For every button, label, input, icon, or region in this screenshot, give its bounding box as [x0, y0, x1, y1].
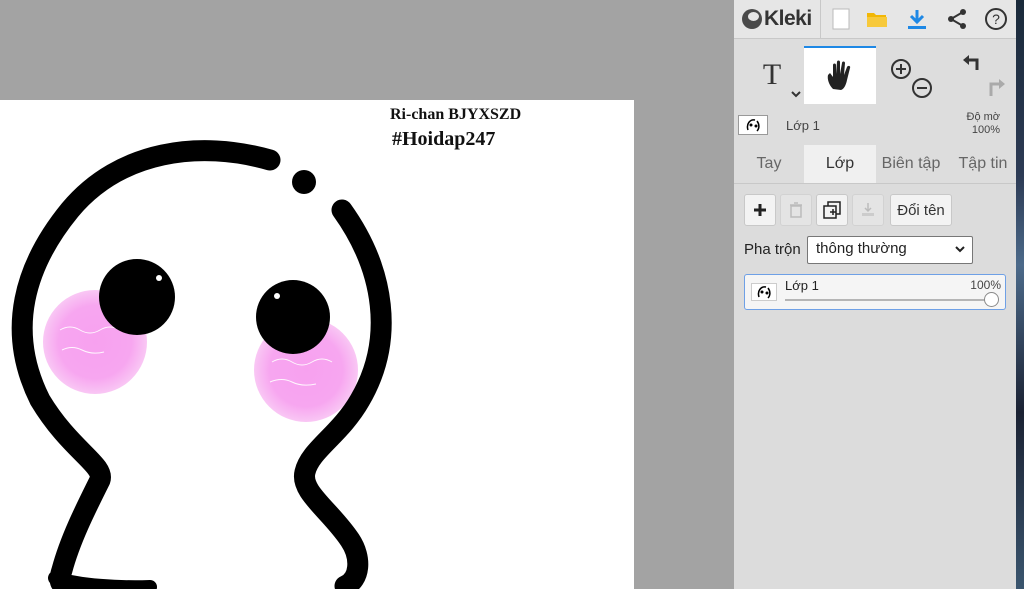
- layer-thumbnail-icon: [746, 119, 760, 132]
- top-toolbar: Kleki ?: [734, 0, 1016, 39]
- layer-item-name: Lớp 1: [785, 278, 819, 293]
- zoom-out-icon[interactable]: [912, 78, 932, 98]
- tool-row: T: [734, 46, 1016, 104]
- layers-pane: Đổi tên Pha trộn thông thường Lớp 1 100%: [734, 184, 1016, 589]
- drawing-canvas[interactable]: [0, 100, 634, 589]
- tab-brush[interactable]: Tay: [734, 145, 804, 183]
- caption-author: Ri-chan BJYXSZD: [390, 106, 522, 123]
- right-eye: [256, 280, 330, 354]
- current-layer-info: Lớp 1 Độ mờ 100%: [734, 107, 1016, 143]
- layer-list-item[interactable]: Lớp 1 100%: [744, 274, 1006, 310]
- opacity-slider-handle[interactable]: [984, 292, 999, 307]
- divider: [820, 0, 821, 38]
- save-button[interactable]: [902, 4, 932, 34]
- current-layer-name: Lớp 1: [786, 118, 820, 133]
- share-icon: [948, 9, 966, 29]
- blend-mode-label: Pha trộn: [744, 241, 801, 258]
- layer-thumbnail: [738, 115, 768, 135]
- chevron-down-icon: [955, 246, 965, 253]
- new-file-icon: [832, 8, 850, 30]
- redo-icon[interactable]: [989, 79, 1005, 96]
- folder-icon: [867, 13, 887, 27]
- text-tool-button[interactable]: T: [740, 46, 804, 104]
- layer-item-thumbnail: [751, 283, 777, 301]
- opacity-value: 100%: [971, 124, 1000, 136]
- tab-file[interactable]: Tập tin: [950, 145, 1016, 183]
- svg-text:?: ?: [992, 11, 1000, 27]
- layer-item-opacity: 100%: [970, 278, 1001, 292]
- rename-layer-button[interactable]: Đổi tên: [890, 194, 952, 226]
- zoom-controls: [880, 46, 944, 104]
- kleki-logo-icon: [742, 9, 762, 29]
- merge-down-icon: [862, 203, 874, 216]
- zoom-in-icon[interactable]: [891, 59, 911, 79]
- app-name: Kleki: [764, 7, 812, 30]
- left-eye: [99, 259, 175, 335]
- text-tool-icon: T: [762, 58, 782, 91]
- trash-icon: [790, 202, 802, 218]
- tab-layers[interactable]: Lớp: [804, 145, 876, 183]
- hand-tool-button[interactable]: [804, 46, 876, 104]
- opacity-slider-track[interactable]: [785, 299, 993, 301]
- opacity-readout: Độ mờ 100%: [967, 111, 1001, 137]
- opacity-label: Độ mờ: [966, 111, 1001, 123]
- side-panel: Kleki ? T Lớp 1 Độ mờ 100% Tay Lớp Biên …: [734, 0, 1016, 589]
- chevron-down-icon[interactable]: [790, 90, 802, 98]
- background-window-edge: [1016, 0, 1024, 589]
- dot: [292, 170, 316, 194]
- new-image-button[interactable]: [826, 4, 856, 34]
- undo-redo-controls: [948, 46, 1014, 104]
- tab-edit[interactable]: Biên tập: [876, 145, 946, 183]
- blend-mode-value: thông thường: [816, 240, 907, 257]
- panel-tabs: Tay Lớp Biên tập Tập tin: [734, 145, 1016, 184]
- share-button[interactable]: [942, 4, 972, 34]
- open-file-button[interactable]: [862, 4, 892, 34]
- add-layer-button[interactable]: [744, 194, 776, 226]
- undo-icon[interactable]: [963, 55, 979, 70]
- blend-mode-select[interactable]: thông thường: [807, 236, 973, 264]
- caption-hashtag: #Hoidap247: [392, 128, 496, 150]
- delete-layer-button[interactable]: [780, 194, 812, 226]
- drawing-artwork: [11, 140, 392, 589]
- layer-thumbnail-icon: [757, 286, 771, 299]
- canvas-workspace[interactable]: Ri-chan BJYXSZD #Hoidap247: [0, 0, 734, 589]
- duplicate-icon: [823, 201, 841, 219]
- plus-icon: [754, 204, 766, 216]
- help-icon: ?: [985, 8, 1007, 30]
- app-logo[interactable]: Kleki: [742, 6, 812, 32]
- help-button[interactable]: ?: [981, 4, 1011, 34]
- download-icon: [908, 10, 926, 29]
- merge-down-button[interactable]: [852, 194, 884, 226]
- duplicate-layer-button[interactable]: [816, 194, 848, 226]
- hand-icon: [827, 60, 851, 90]
